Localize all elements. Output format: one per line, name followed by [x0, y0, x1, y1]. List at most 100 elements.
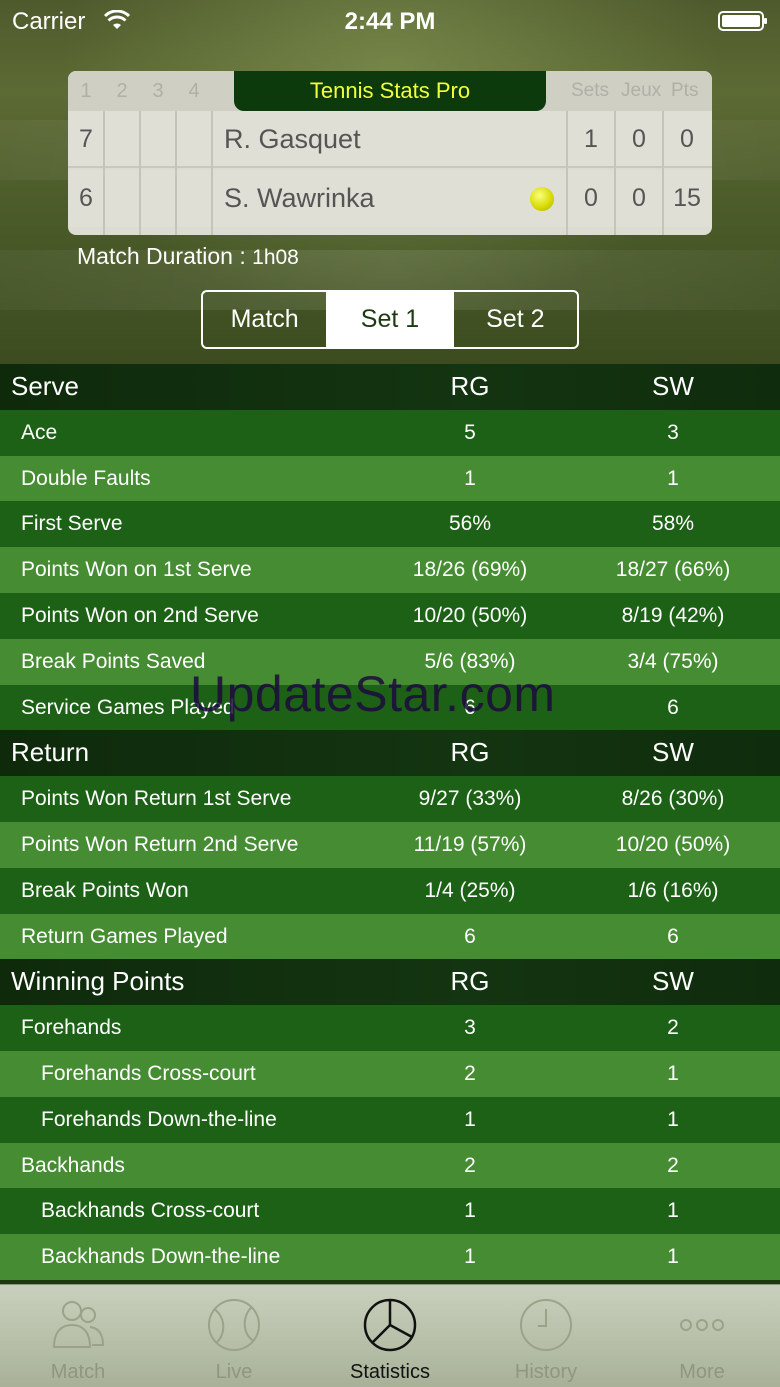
stat-label: Backhands Down-the-line — [41, 1245, 281, 1269]
stat-label: Forehands Down-the-line — [41, 1107, 277, 1131]
set-number: 2 — [116, 80, 128, 102]
stats-table[interactable]: Serve RG SW Ace 5 3 Double Faults 1 1 Fi… — [0, 364, 780, 1284]
stat-value-rg: 2 — [464, 1153, 476, 1177]
player1-column-header: RG — [450, 371, 490, 401]
section-title: Serve — [11, 371, 79, 401]
stat-row: Double Faults 1 1 — [0, 455, 780, 502]
player-rank: 7 — [79, 125, 93, 153]
tab-live[interactable]: Live — [156, 1285, 312, 1387]
tab-label: Match — [50, 1361, 106, 1383]
period-segmented-control[interactable]: Match Set 1 Set 2 — [201, 290, 579, 349]
tennis-ball-icon — [208, 1299, 260, 1351]
divider — [566, 111, 568, 235]
stat-value-sw: 58% — [651, 512, 695, 536]
section-title: Winning Points — [11, 966, 185, 997]
tab-bar[interactable]: Match Live Statistics History More — [0, 1284, 780, 1387]
stat-value-sw: 1 — [667, 1245, 679, 1269]
stat-row: Ace 5 3 — [0, 409, 780, 456]
serving-ball-icon — [530, 187, 554, 211]
stat-value-sw: 6 — [667, 924, 679, 948]
stat-row: Forehands 3 2 — [0, 1005, 780, 1051]
tab-label: History — [514, 1361, 578, 1383]
segment-set-1[interactable]: Set 1 — [326, 292, 452, 347]
scoreboard-header: 1 2 3 4 Tennis Stats Pro Sets Jeux Pts — [68, 71, 712, 111]
clock-icon — [520, 1299, 572, 1351]
section-header-serve: Serve RG SW — [0, 364, 780, 410]
section-header-return: Return RG SW — [0, 730, 780, 777]
stat-value-rg: 1 — [464, 1199, 476, 1223]
player-rank: 6 — [79, 184, 93, 212]
tab-match[interactable]: Match — [0, 1285, 156, 1387]
games-column-header: Jeux — [621, 80, 662, 101]
stat-label: Ace — [21, 420, 58, 444]
match-duration-label: Match Duration : — [77, 243, 246, 269]
stat-label: Backhands Cross-court — [41, 1199, 260, 1223]
stat-label: Points Won on 2nd Serve — [21, 603, 259, 627]
tab-statistics[interactable]: Statistics — [312, 1285, 468, 1387]
stat-value-sw: 2 — [667, 1016, 679, 1040]
divider — [662, 111, 664, 235]
app-title: Tennis Stats Pro — [234, 71, 546, 111]
stat-value-sw: 8/19 (42%) — [621, 603, 725, 627]
player2-column-header: SW — [652, 371, 694, 401]
battery-icon — [718, 11, 767, 31]
stat-value-sw: 1 — [667, 466, 679, 490]
player1-column-header: RG — [450, 737, 490, 768]
player-games: 0 — [632, 125, 646, 153]
tab-label: More — [679, 1361, 725, 1383]
stat-value-rg: 1/4 (25%) — [424, 878, 516, 902]
more-dots-icon — [680, 1319, 724, 1331]
stat-label: Service Games Played — [21, 695, 235, 719]
stat-value-sw: 10/20 (50%) — [615, 832, 731, 856]
stat-value-sw: 1 — [667, 1107, 679, 1131]
segment-set-2[interactable]: Set 2 — [451, 292, 577, 347]
stat-value-sw: 1/6 (16%) — [627, 878, 719, 902]
stat-value-rg: 9/27 (33%) — [418, 787, 522, 811]
match-duration: Match Duration : 1h08 — [77, 243, 299, 270]
stat-row: Points Won Return 1st Serve 9/27 (33%) 8… — [0, 776, 780, 822]
divider — [103, 111, 105, 235]
player1-column-header: RG — [450, 966, 490, 997]
stat-label: Points Won on 1st Serve — [21, 558, 252, 582]
stat-row: Points Won on 2nd Serve 10/20 (50%) 8/19… — [0, 592, 780, 639]
scoreboard: 1 2 3 4 Tennis Stats Pro Sets Jeux Pts 7… — [68, 71, 712, 235]
stat-value-rg: 1 — [464, 1107, 476, 1131]
stat-label: Points Won Return 2nd Serve — [21, 832, 299, 856]
section-title: Return — [11, 737, 90, 768]
stat-label: Return Games Played — [21, 924, 228, 948]
player-points: 15 — [673, 184, 701, 212]
stat-value-sw: 6 — [667, 695, 679, 719]
player-sets: 1 — [584, 125, 598, 153]
stat-value-sw: 3 — [667, 420, 679, 444]
stat-value-rg: 3 — [464, 1016, 476, 1040]
stat-row: Break Points Won 1/4 (25%) 1/6 (16%) — [0, 867, 780, 914]
tab-label: Live — [215, 1361, 253, 1383]
divider — [614, 111, 616, 235]
segment-match[interactable]: Match — [203, 292, 326, 347]
stat-value-sw: 1 — [667, 1061, 679, 1085]
stat-value-sw: 3/4 (75%) — [627, 649, 719, 673]
stat-label: Forehands Cross-court — [41, 1061, 256, 1085]
tab-history[interactable]: History — [468, 1285, 624, 1387]
stat-row: Backhands 2 2 — [0, 1142, 780, 1189]
stat-value-rg: 6 — [464, 924, 476, 948]
pie-chart-icon — [363, 1298, 417, 1352]
stat-value-rg: 56% — [448, 512, 492, 536]
stat-value-rg: 5 — [464, 420, 476, 444]
stat-row: Forehands Cross-court 2 1 — [0, 1050, 780, 1097]
stat-value-rg: 18/26 (69%) — [412, 558, 528, 582]
stat-row: First Serve 56% 58% — [0, 501, 780, 548]
set-number: 3 — [152, 80, 164, 102]
divider — [175, 111, 177, 235]
section-header-winning-points: Winning Points RG SW — [0, 959, 780, 1006]
stat-label: Backhands — [21, 1153, 125, 1177]
points-column-header: Pts — [671, 80, 699, 101]
stat-value-rg: 11/19 (57%) — [413, 832, 527, 856]
player-points: 0 — [680, 125, 694, 153]
stat-row: Backhands Down-the-line 1 1 — [0, 1234, 780, 1280]
stat-value-rg: 10/20 (50%) — [412, 603, 528, 627]
tab-more[interactable]: More — [624, 1285, 780, 1387]
player2-column-header: SW — [652, 966, 694, 997]
stat-label: Break Points Saved — [21, 649, 206, 673]
divider — [139, 111, 141, 235]
